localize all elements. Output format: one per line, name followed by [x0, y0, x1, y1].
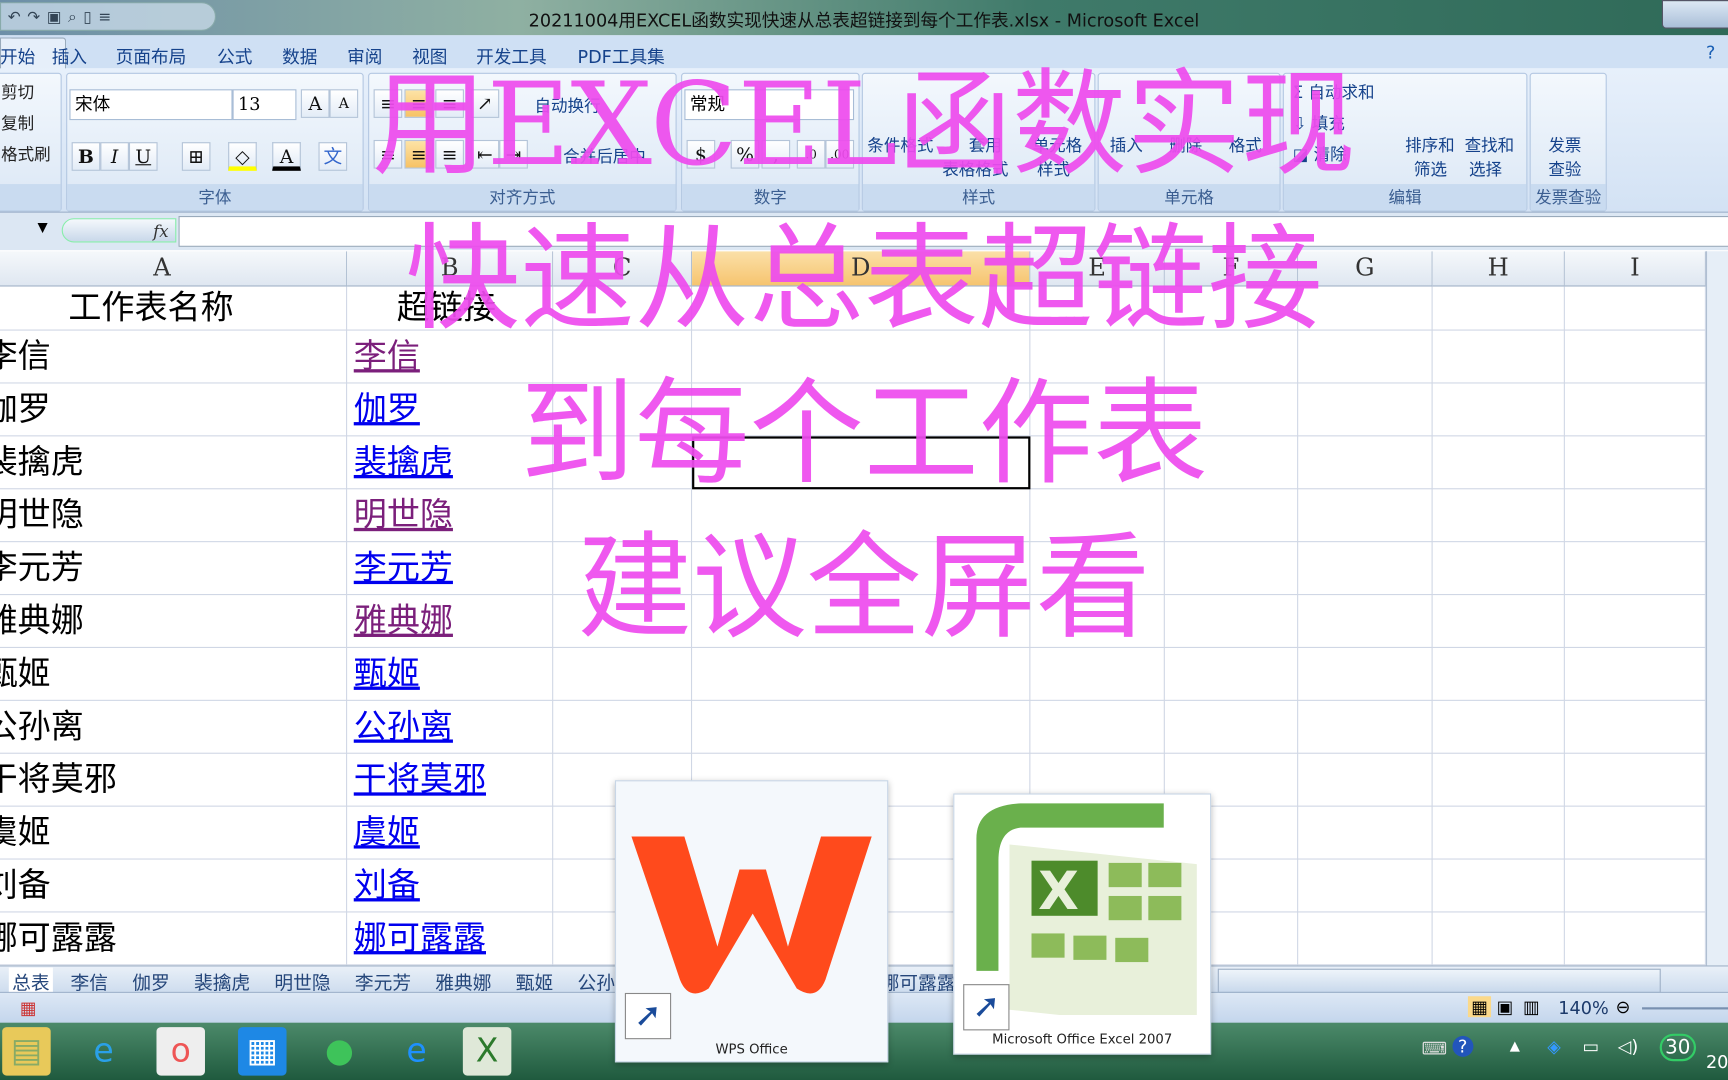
security-icon[interactable]: ◈: [1547, 1036, 1561, 1057]
horizontal-scrollbar[interactable]: [1217, 968, 1661, 993]
wechat-icon[interactable]: ●: [315, 1027, 363, 1075]
tray-badge[interactable]: 30: [1659, 1033, 1696, 1062]
undo-icon[interactable]: ↶: [8, 9, 28, 27]
internet-explorer-icon[interactable]: e: [79, 1027, 127, 1075]
sheet-name-cell[interactable]: 娜可露露: [0, 917, 117, 961]
camera-icon[interactable]: ▣: [47, 9, 68, 27]
media-app-icon[interactable]: o: [156, 1027, 205, 1076]
sheet-name-cell[interactable]: 刘备: [0, 864, 51, 908]
screen: 20211004用EXCEL函数实现快速从总表超链接到每个工作表.xlsx - …: [0, 0, 1728, 1080]
invoice-group-label: 发票查验: [1530, 184, 1606, 211]
tray-expand-icon[interactable]: ▲: [1510, 1038, 1520, 1053]
hyperlink-cell[interactable]: 干将莫邪: [354, 758, 486, 802]
row-gridline: [0, 752, 1706, 754]
network-icon[interactable]: ▭: [1583, 1036, 1600, 1057]
sheet-name-cell[interactable]: 虞姬: [0, 811, 51, 855]
clock[interactable]: 20: [1706, 1051, 1728, 1072]
volume-icon[interactable]: ◁): [1618, 1036, 1638, 1057]
shortcut-arrow-icon: ➚: [624, 992, 672, 1040]
redo-icon[interactable]: ↷: [27, 9, 47, 27]
keyboard-icon[interactable]: ⌨: [1422, 1038, 1447, 1059]
sheet-name-cell[interactable]: 干将莫邪: [0, 758, 117, 802]
help-icon[interactable]: ?: [1706, 42, 1715, 63]
zoom-slider[interactable]: [1642, 1007, 1728, 1010]
window-title: 20211004用EXCEL函数实现快速从总表超链接到每个工作表.xlsx - …: [528, 9, 1200, 31]
new-icon[interactable]: ▯: [83, 9, 98, 27]
file-explorer-icon[interactable]: ▤: [2, 1027, 51, 1076]
excel-2007-desktop-icon[interactable]: X ➚ Microsoft Office Excel 2007: [953, 793, 1212, 1055]
hyperlink-cell[interactable]: 虞姬: [354, 811, 420, 855]
excel-logo-icon: X: [976, 803, 1197, 1030]
font-group-label: 字体: [67, 184, 363, 211]
wps-office-desktop-icon[interactable]: ➚ WPS Office: [614, 780, 889, 1063]
help-tray-icon[interactable]: ?: [1452, 1035, 1473, 1057]
overlay-caption-line-1: 用EXCEL函数实现: [372, 57, 1356, 192]
svg-text:X: X: [1038, 861, 1079, 922]
page-layout-view-icon[interactable]: ▣: [1497, 996, 1514, 1017]
overlay-caption-line-4: 建议全屏看: [577, 520, 1151, 655]
overlay-caption-line-2: 快速从总表超链接: [405, 211, 1323, 347]
page-break-view-icon[interactable]: ▥: [1523, 996, 1540, 1017]
minimize-button[interactable]: [1661, 0, 1728, 29]
macro-record-icon[interactable]: ▦: [20, 997, 37, 1018]
hyperlink-cell[interactable]: 甄姬: [354, 652, 420, 696]
wps-office-label: WPS Office: [715, 1041, 788, 1057]
hyperlink-cell[interactable]: 刘备: [354, 864, 420, 908]
excel-taskbar-icon[interactable]: X: [462, 1027, 512, 1076]
app-grid-icon[interactable]: ▦: [238, 1027, 287, 1076]
sheet-name-cell[interactable]: 公孙离: [0, 705, 84, 749]
hyperlink-cell[interactable]: 娜可露露: [354, 917, 486, 961]
browser-icon[interactable]: e: [392, 1027, 440, 1075]
print-preview-icon[interactable]: ⌕: [68, 9, 83, 27]
zoom-level[interactable]: 140%: [1558, 997, 1608, 1018]
zoom-out-button[interactable]: ⊖: [1616, 996, 1631, 1017]
overlay-caption-line-3: 到每个工作表: [520, 365, 1208, 501]
hyperlink-cell[interactable]: 公孙离: [354, 705, 453, 749]
row-gridline: [0, 699, 1706, 701]
excel-2007-label: Microsoft Office Excel 2007: [992, 1031, 1173, 1047]
normal-view-icon[interactable]: ▦: [1467, 996, 1492, 1018]
title-bar: 20211004用EXCEL函数实现快速从总表超链接到每个工作表.xlsx - …: [0, 0, 1728, 36]
quick-access-toolbar[interactable]: ↶↷▣⌕▯≡: [0, 2, 216, 31]
customize-icon[interactable]: ≡: [98, 9, 118, 27]
sheet-name-cell[interactable]: 甄姬: [0, 652, 51, 696]
shortcut-arrow-icon: ➚: [963, 984, 1010, 1031]
